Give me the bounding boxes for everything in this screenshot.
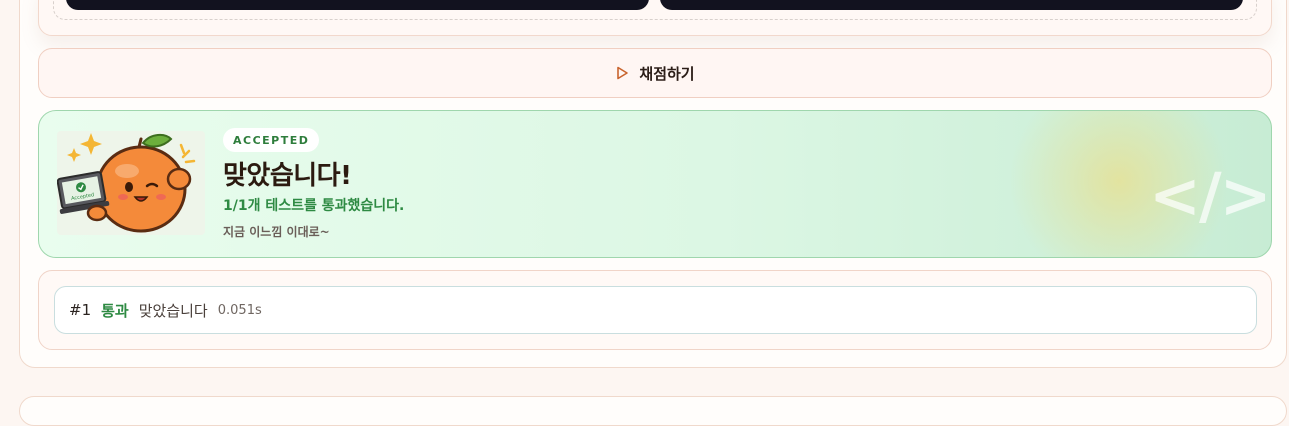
orange-mascot-icon: Accepted — [57, 133, 196, 233]
mascot-image: Accepted — [57, 131, 205, 235]
grade-button-label: 채점하기 — [639, 64, 695, 83]
test-results-panel: #1 통과 맞았습니다 0.051s — [38, 270, 1272, 350]
code-editor-right[interactable] — [660, 0, 1243, 10]
grade-button[interactable]: 채점하기 — [38, 48, 1272, 98]
test-status: 통과 — [101, 301, 129, 320]
result-card: Accepted ACCEPTED 맞았습니다! 1/1개 테스트를 통과했습니… — [38, 110, 1272, 258]
play-icon — [617, 66, 629, 80]
test-case-row[interactable]: #1 통과 맞았습니다 0.051s — [54, 286, 1257, 334]
next-card — [19, 396, 1287, 426]
test-message: 맞았습니다 — [138, 301, 208, 320]
test-time: 0.051s — [217, 302, 262, 318]
code-icon: </> — [1149, 159, 1271, 232]
result-summary: 1/1개 테스트를 통과했습니다. — [223, 198, 405, 214]
result-comment: 지금 이느낌 이대로~ — [223, 225, 330, 239]
result-title: 맞았습니다! — [223, 161, 352, 191]
test-number: #1 — [69, 301, 92, 319]
status-badge: ACCEPTED — [223, 128, 320, 152]
code-editor-left[interactable] — [66, 0, 649, 10]
